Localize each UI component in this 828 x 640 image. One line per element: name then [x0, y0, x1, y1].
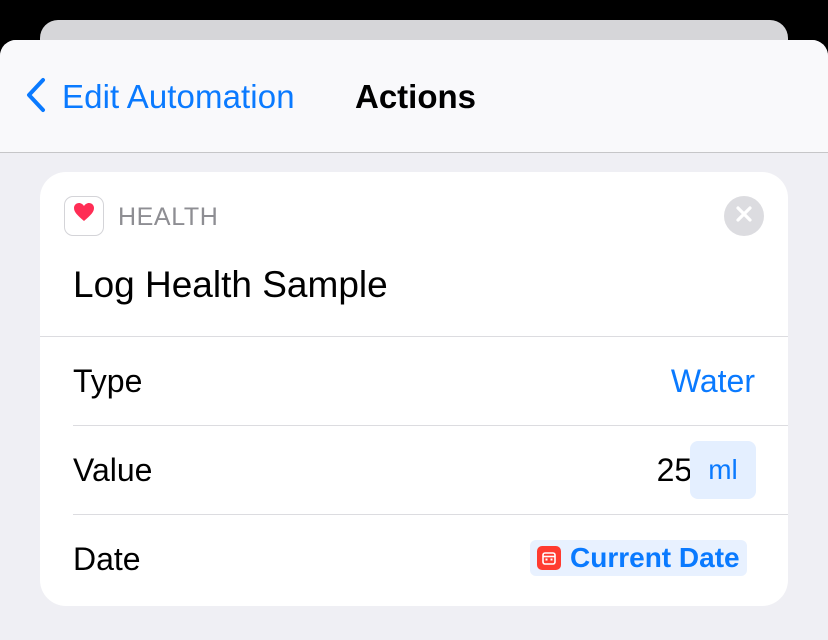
action-title: Log Health Sample — [73, 264, 388, 305]
navigation-bar: Edit Automation Actions — [0, 40, 828, 153]
remove-action-button[interactable] — [724, 196, 764, 236]
chevron-left-icon — [24, 77, 48, 118]
calendar-icon — [537, 546, 561, 570]
current-date-label: Current Date — [570, 542, 740, 573]
type-label: Type — [73, 363, 143, 399]
divider — [73, 425, 788, 426]
divider — [40, 336, 788, 337]
current-date-token[interactable]: Current Date — [530, 540, 747, 576]
date-label: Date — [73, 541, 141, 577]
value-label: Value — [73, 452, 153, 488]
divider — [73, 514, 788, 515]
action-card[interactable]: HEALTH Log Health Sample Type Water Valu… — [40, 172, 788, 606]
back-button[interactable]: Edit Automation — [24, 77, 295, 117]
close-icon — [735, 205, 753, 228]
modal-sheet: Edit Automation Actions HEALTH Log Healt… — [0, 40, 828, 640]
unit-button[interactable]: ml — [690, 441, 756, 499]
type-value[interactable]: Water — [671, 363, 755, 400]
page-title: Actions — [355, 78, 477, 115]
heart-icon — [64, 196, 104, 236]
app-name-label: HEALTH — [118, 203, 219, 231]
back-button-label: Edit Automation — [62, 78, 295, 115]
